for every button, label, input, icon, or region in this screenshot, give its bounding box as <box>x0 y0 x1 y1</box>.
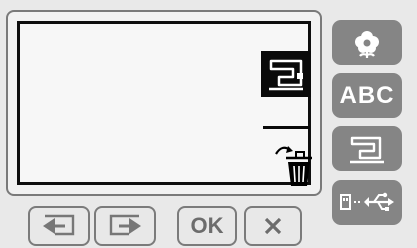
arrow-right-icon <box>109 214 141 236</box>
sewing-machine-mode-button[interactable] <box>261 51 311 97</box>
previous-button[interactable] <box>28 206 90 246</box>
lcd-display <box>17 21 312 186</box>
screen-frame <box>6 10 322 196</box>
character-button[interactable]: ABC <box>332 73 402 118</box>
ok-label: OK <box>190 213 224 238</box>
ok-button[interactable]: OK <box>177 206 237 246</box>
abc-label: ABC <box>339 81 395 109</box>
sewing-machine-icon <box>269 59 303 91</box>
next-button[interactable] <box>94 206 156 246</box>
embroidery-pattern-button[interactable] <box>332 20 402 65</box>
cancel-button[interactable] <box>244 206 302 246</box>
sewing-mode-button[interactable] <box>332 126 402 171</box>
delete-button[interactable] <box>272 142 316 188</box>
flower-icon <box>355 30 379 58</box>
close-icon <box>264 217 282 235</box>
usb-memory-button[interactable] <box>332 180 402 225</box>
trash-icon <box>275 146 312 186</box>
usb-memory-icon <box>340 192 394 211</box>
sewing-machine-icon <box>350 136 384 163</box>
arrow-left-icon <box>43 214 75 236</box>
lcd-divider <box>263 126 310 129</box>
